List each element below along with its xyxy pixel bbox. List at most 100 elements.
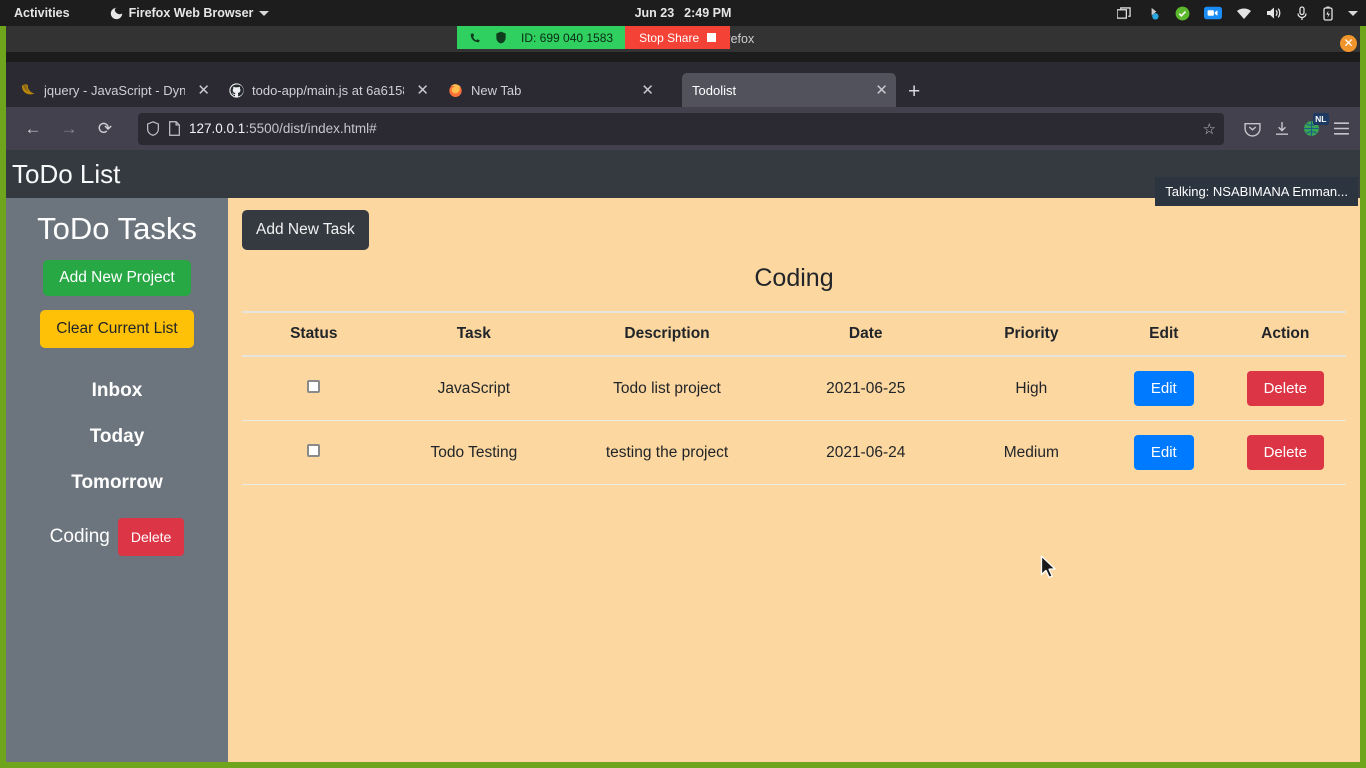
task-date-cell: 2021-06-24 <box>771 420 960 485</box>
app-menu-label: Firefox Web Browser <box>128 6 254 20</box>
delete-task-button[interactable]: Delete <box>1246 435 1324 470</box>
share-id-chip: ID: 699 040 1583 <box>457 26 626 49</box>
chevron-down-icon <box>259 10 270 16</box>
tab-new-tab[interactable]: New Tab ✕ <box>437 73 662 107</box>
back-button[interactable]: ← <box>16 113 50 145</box>
sidebar-item-tomorrow[interactable]: Tomorrow <box>6 460 228 506</box>
app-brand-title: ToDo List <box>12 158 121 189</box>
app-sidebar: ToDo Tasks Add New Project Clear Current… <box>6 198 228 762</box>
tab-close-icon[interactable]: ✕ <box>197 81 210 99</box>
clock-time: 2:49 PM <box>684 6 732 20</box>
table-row: Todo Testing testing the project 2021-06… <box>242 420 1346 485</box>
stop-square-icon <box>707 33 717 42</box>
sidebar-item-today[interactable]: Today <box>6 414 228 460</box>
battery-icon[interactable] <box>1322 6 1334 21</box>
task-status-checkbox[interactable] <box>307 443 321 457</box>
github-icon <box>228 82 244 98</box>
delete-project-button[interactable]: Delete <box>117 518 185 557</box>
tab-label: New Tab <box>471 82 522 98</box>
tab-jquery[interactable]: jquery - JavaScript - Dynami ✕ <box>10 73 218 107</box>
checkmark-circle-icon[interactable] <box>1175 6 1190 21</box>
column-header-description: Description <box>562 311 772 357</box>
tab-close-icon[interactable]: ✕ <box>641 81 654 99</box>
sidebar-item-inbox[interactable]: Inbox <box>6 368 228 414</box>
task-priority-cell: Medium <box>959 420 1104 485</box>
bluetooth-icon[interactable] <box>1146 6 1161 21</box>
gnome-top-bar: Activities Firefox Web Browser Jun 23 2:… <box>0 0 1366 26</box>
forward-button[interactable]: → <box>52 113 86 145</box>
column-header-priority: Priority <box>959 311 1104 357</box>
windows-icon[interactable] <box>1117 6 1132 20</box>
task-status-cell <box>242 356 386 421</box>
project-title: Coding <box>754 264 834 292</box>
new-tab-button[interactable]: + <box>896 77 932 107</box>
clear-current-list-button[interactable]: Clear Current List <box>40 310 194 349</box>
screen-share-banner: ID: 699 040 1583 Stop Share <box>457 26 731 49</box>
task-date-cell: 2021-06-25 <box>771 356 960 421</box>
task-name-cell: Todo Testing <box>385 420 563 485</box>
edit-task-button[interactable]: Edit <box>1133 371 1194 406</box>
browser-toolbar-buttons: NL <box>1234 113 1350 137</box>
share-close-button[interactable]: ✕ <box>1340 35 1357 52</box>
hamburger-menu-icon[interactable] <box>1333 121 1350 136</box>
task-action-cell: Delete <box>1224 420 1346 485</box>
volume-icon[interactable] <box>1266 6 1282 20</box>
delete-task-button[interactable]: Delete <box>1246 371 1324 406</box>
column-header-task: Task <box>385 311 563 357</box>
main-content: Add New Task Coding Status Task Descript… <box>228 198 1360 762</box>
downloads-icon[interactable] <box>1274 121 1290 137</box>
stop-share-button[interactable]: Stop Share <box>625 26 731 49</box>
tab-close-icon[interactable]: ✕ <box>416 81 429 99</box>
column-header-status: Status <box>242 311 386 357</box>
tab-github-todo-app[interactable]: todo-app/main.js at 6a6158 ✕ <box>218 73 437 107</box>
sidebar-project-row: Coding Delete <box>6 506 228 557</box>
activities-button[interactable]: Activities <box>0 6 84 20</box>
edit-task-button[interactable]: Edit <box>1133 435 1194 470</box>
column-header-edit: Edit <box>1103 311 1225 357</box>
shield-icon[interactable] <box>146 121 160 136</box>
page-info-icon[interactable] <box>168 121 181 136</box>
web-page-content: ToDo List ToDo Tasks Add New Project Cle… <box>6 150 1360 762</box>
extension-badge: NL <box>1312 113 1329 125</box>
url-text: 127.0.0.1:5500/dist/index.html# <box>189 121 377 136</box>
url-path: :5500/dist/index.html# <box>245 121 377 136</box>
add-new-task-button[interactable]: Add New Task <box>242 210 369 250</box>
bookmark-star-icon[interactable]: ☆ <box>1203 120 1216 138</box>
url-host: 127.0.0.1 <box>189 121 246 136</box>
table-row: JavaScript Todo list project 2021-06-25 … <box>242 356 1346 421</box>
chevron-down-icon[interactable] <box>1348 10 1358 16</box>
task-status-checkbox[interactable] <box>307 379 321 393</box>
shield-icon <box>495 31 507 44</box>
task-status-cell <box>242 420 386 485</box>
system-tray <box>1117 5 1358 21</box>
tab-label: jquery - JavaScript - Dynami <box>44 82 186 98</box>
tab-strip: jquery - JavaScript - Dynami ✕ todo-app/… <box>6 62 1360 107</box>
app-body: ToDo Tasks Add New Project Clear Current… <box>6 198 1360 762</box>
reload-button[interactable]: ⟳ <box>88 113 122 145</box>
tab-label: Todolist <box>692 82 737 98</box>
extension-nl-icon[interactable]: NL <box>1303 113 1329 137</box>
task-priority-cell: High <box>959 356 1104 421</box>
pocket-icon[interactable] <box>1244 120 1261 137</box>
app-menu-button[interactable]: Firefox Web Browser <box>110 6 270 20</box>
task-table: Status Task Description Date Priority Ed… <box>242 311 1346 485</box>
jquery-icon <box>20 82 36 98</box>
task-edit-cell: Edit <box>1103 356 1225 421</box>
sidebar-project-coding[interactable]: Coding <box>50 526 110 548</box>
tab-label: todo-app/main.js at 6a6158 <box>252 82 405 98</box>
add-new-project-button[interactable]: Add New Project <box>43 260 191 297</box>
sidebar-heading: ToDo Tasks <box>37 211 197 246</box>
mouse-cursor <box>1040 555 1058 586</box>
camera-icon[interactable] <box>1204 6 1222 20</box>
clock[interactable]: Jun 23 2:49 PM <box>635 6 732 20</box>
navigation-toolbar: ← → ⟳ 127.0.0.1:5500/dist/index.html# ☆ … <box>6 107 1360 150</box>
wifi-icon[interactable] <box>1236 7 1252 20</box>
microphone-icon[interactable] <box>1296 5 1308 21</box>
column-header-action: Action <box>1224 311 1346 357</box>
task-name-cell: JavaScript <box>385 356 563 421</box>
tab-close-icon[interactable]: ✕ <box>875 81 888 99</box>
tab-todolist[interactable]: Todolist ✕ <box>682 73 896 107</box>
talking-indicator: Talking: NSABIMANA Emman... <box>1155 177 1358 206</box>
task-action-cell: Delete <box>1224 356 1346 421</box>
address-bar[interactable]: 127.0.0.1:5500/dist/index.html# ☆ <box>138 112 1224 145</box>
